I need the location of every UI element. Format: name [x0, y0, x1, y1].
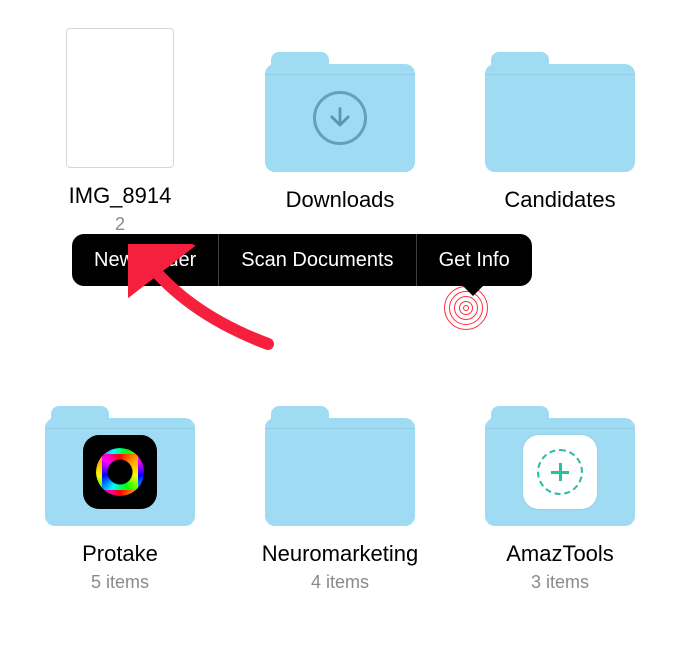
amaztools-app-icon — [523, 435, 597, 509]
context-menu-new-folder[interactable]: New Folder — [72, 234, 218, 286]
item-name: Protake — [82, 540, 158, 568]
item-subtext: 3 items — [531, 572, 589, 593]
context-menu: New Folder Scan Documents Get Info — [72, 234, 532, 286]
folder-item-neuromarketing[interactable]: Neuromarketing 4 items — [240, 378, 440, 638]
file-item[interactable]: IMG_8914 2 — [20, 24, 220, 254]
item-subtext: 5 items — [91, 572, 149, 593]
files-grid-row-2: Protake 5 items Neuromarketing 4 items A… — [0, 354, 680, 638]
folder-item-protake[interactable]: Protake 5 items — [20, 378, 220, 638]
context-menu-tail-icon — [462, 285, 484, 296]
item-name: Neuromarketing — [262, 540, 419, 568]
folder-item-candidates[interactable]: Candidates — [460, 24, 660, 254]
item-name: AmazTools — [506, 540, 614, 568]
folder-icon — [485, 52, 635, 172]
item-subtext: 2 — [115, 214, 125, 235]
item-subtext: 4 items — [311, 572, 369, 593]
folder-icon — [485, 406, 635, 526]
folder-icon — [265, 406, 415, 526]
folder-item-amaztools[interactable]: AmazTools 3 items — [460, 378, 660, 638]
item-name: Candidates — [504, 186, 615, 214]
folder-icon — [45, 406, 195, 526]
files-grid-row-1: IMG_8914 2 Downloads — [0, 0, 680, 254]
download-arrow-icon — [313, 91, 367, 145]
folder-icon — [265, 52, 415, 172]
context-menu-scan-documents[interactable]: Scan Documents — [219, 234, 415, 286]
blank-file-icon — [66, 28, 174, 168]
context-menu-get-info[interactable]: Get Info — [417, 234, 532, 286]
folder-item-downloads[interactable]: Downloads — [240, 24, 440, 254]
protake-app-icon — [83, 435, 157, 509]
item-name: Downloads — [286, 186, 395, 214]
item-name: IMG_8914 — [69, 182, 172, 210]
